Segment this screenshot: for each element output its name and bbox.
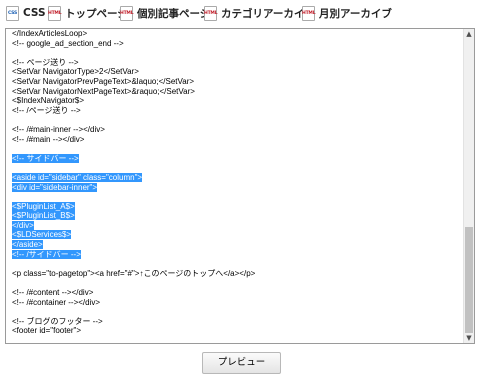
code-line-text: <$LDServices$> bbox=[12, 230, 72, 240]
html-file-icon: HTML bbox=[48, 5, 62, 21]
html-file-icon: HTML bbox=[302, 5, 316, 21]
code-line: <!-- /#main --></div> bbox=[12, 135, 462, 145]
preview-button[interactable]: プレビュー bbox=[202, 352, 281, 374]
code-line: <$LDServices$> bbox=[12, 230, 462, 240]
code-line: </aside> bbox=[12, 240, 462, 250]
css-file-icon: CSS bbox=[6, 5, 19, 21]
tab-label: CSS bbox=[23, 7, 46, 19]
code-line-text: <!-- /#main --></div> bbox=[12, 134, 85, 144]
code-line-text: <p class="to-pagetop"><a href="#">↑このページ… bbox=[12, 268, 256, 278]
code-line: <!-- /ページ送り --> bbox=[12, 106, 462, 116]
vertical-scrollbar[interactable]: ▲ ▼ bbox=[463, 29, 474, 343]
template-tab-bar: CSS CSS HTML トップページ HTML 個別記事ページ HTML カテ… bbox=[0, 0, 480, 27]
code-text-area[interactable]: </IndexArticlesLoop> <!-- google_ad_secti… bbox=[12, 29, 462, 336]
code-line-text: <$IndexNavigator$> bbox=[12, 96, 85, 106]
code-line: <!-- /サイドバー --> bbox=[12, 249, 462, 260]
code-line-text: <SetVar NavigatorNextPageText>&raquo;</S… bbox=[12, 86, 195, 96]
scroll-down-arrow-icon[interactable]: ▼ bbox=[464, 333, 474, 343]
code-line-text: </aside> bbox=[12, 240, 43, 250]
code-line: <$PluginList_B$> bbox=[12, 211, 462, 221]
code-line: <!-- /#container --></div> bbox=[12, 298, 462, 308]
code-line-text: <!-- /サイドバー --> bbox=[12, 249, 81, 259]
code-line: <SetVar NavigatorPrevPageText>&laquo;</S… bbox=[12, 77, 462, 87]
code-line: <!-- google_ad_section_end --> bbox=[12, 39, 462, 49]
code-line: </div> bbox=[12, 220, 462, 231]
code-line: <!-- /#content --></div> bbox=[12, 288, 462, 298]
tab-article-page[interactable]: HTML 個別記事ページ bbox=[120, 3, 210, 23]
code-line: <SetVar NavigatorNextPageText>&raquo;</S… bbox=[12, 87, 462, 97]
code-line-text: <!-- /ページ送り --> bbox=[12, 105, 81, 115]
code-line-text: <aside id="sidebar" class="column"> bbox=[12, 172, 143, 182]
code-line-text: <$PluginList_A$> bbox=[12, 201, 75, 211]
code-line-text: <!-- ページ送り --> bbox=[12, 57, 79, 67]
code-line: <!-- ブログのフッター --> bbox=[12, 317, 462, 327]
code-line: <aside id="sidebar" class="column"> bbox=[12, 172, 462, 183]
code-line: </IndexArticlesLoop> bbox=[12, 29, 462, 39]
code-line: <footer id="footer"> bbox=[12, 326, 462, 336]
tab-category-archive[interactable]: HTML カテゴリアーカイブ bbox=[204, 3, 315, 23]
code-line-text: <!-- サイドバー --> bbox=[12, 153, 79, 163]
code-line: <div id="sidebar-inner"> bbox=[12, 182, 462, 193]
tab-label: 月別アーカイブ bbox=[319, 7, 392, 20]
template-code-editor[interactable]: </IndexArticlesLoop> <!-- google_ad_secti… bbox=[5, 28, 475, 344]
html-file-icon: HTML bbox=[120, 5, 134, 21]
code-line: <!-- /#main-inner --></div> bbox=[12, 125, 462, 135]
tab-label: トップページ bbox=[65, 7, 128, 20]
code-line-text: <!-- ブログのフッター --> bbox=[12, 316, 103, 326]
code-line-text: </div> bbox=[12, 220, 34, 230]
code-line-text: <SetVar NavigatorType>2</SetVar> bbox=[12, 67, 139, 77]
code-line-text: </IndexArticlesLoop> bbox=[12, 29, 88, 38]
code-line: <SetVar NavigatorType>2</SetVar> bbox=[12, 67, 462, 77]
code-line-text: <$PluginList_B$> bbox=[12, 211, 75, 221]
code-line-text: <!-- google_ad_section_end --> bbox=[12, 38, 124, 48]
code-line: <$IndexNavigator$> bbox=[12, 96, 462, 106]
code-line: <p class="to-pagetop"><a href="#">↑このページ… bbox=[12, 269, 462, 279]
tab-label: 個別記事ページ bbox=[137, 7, 211, 20]
tab-top-page[interactable]: HTML トップページ bbox=[48, 3, 128, 23]
code-line: <!-- サイドバー --> bbox=[12, 153, 462, 164]
html-file-icon: HTML bbox=[204, 5, 218, 21]
scroll-up-arrow-icon[interactable]: ▲ bbox=[464, 29, 474, 39]
code-line-text: <!-- /#container --></div> bbox=[12, 297, 101, 307]
code-line: <!-- ページ送り --> bbox=[12, 58, 462, 68]
code-line-text: <SetVar NavigatorPrevPageText>&laquo;</S… bbox=[12, 76, 195, 86]
tab-label: カテゴリアーカイブ bbox=[221, 7, 315, 20]
tab-monthly-archive[interactable]: HTML 月別アーカイブ bbox=[302, 3, 392, 23]
tab-css[interactable]: CSS CSS bbox=[6, 3, 46, 23]
code-line-text: <!-- /#content --></div> bbox=[12, 288, 94, 298]
scrollbar-thumb[interactable] bbox=[465, 227, 473, 333]
code-line-text: <div id="sidebar-inner"> bbox=[12, 182, 98, 192]
code-line-text: <footer id="footer"> bbox=[12, 326, 82, 336]
code-line-text: <!-- /#main-inner --></div> bbox=[12, 124, 105, 134]
code-line: <$PluginList_A$> bbox=[12, 201, 462, 212]
